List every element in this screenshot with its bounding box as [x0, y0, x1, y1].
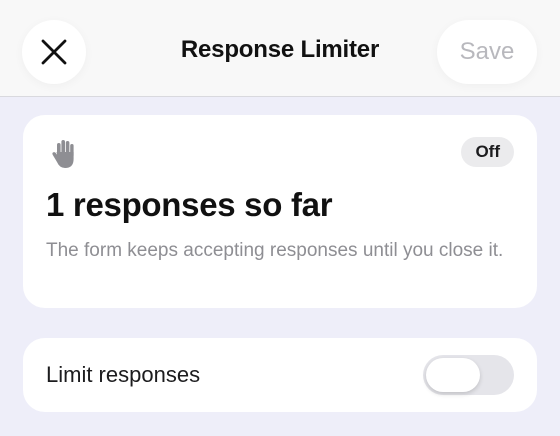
status-badge: Off [461, 137, 514, 167]
status-description: The form keeps accepting responses until… [46, 240, 504, 261]
limit-responses-row[interactable]: Limit responses [23, 338, 537, 412]
toggle-knob [426, 358, 480, 392]
save-button[interactable]: Save [437, 20, 537, 84]
limit-responses-toggle[interactable] [423, 355, 514, 395]
hand-raised-icon [52, 140, 74, 168]
top-bar: Response Limiter Save [0, 0, 560, 97]
limit-responses-label: Limit responses [46, 362, 201, 387]
response-count: 1 responses so far [46, 186, 333, 223]
response-status-card: Off 1 responses so far The form keeps ac… [23, 115, 537, 308]
